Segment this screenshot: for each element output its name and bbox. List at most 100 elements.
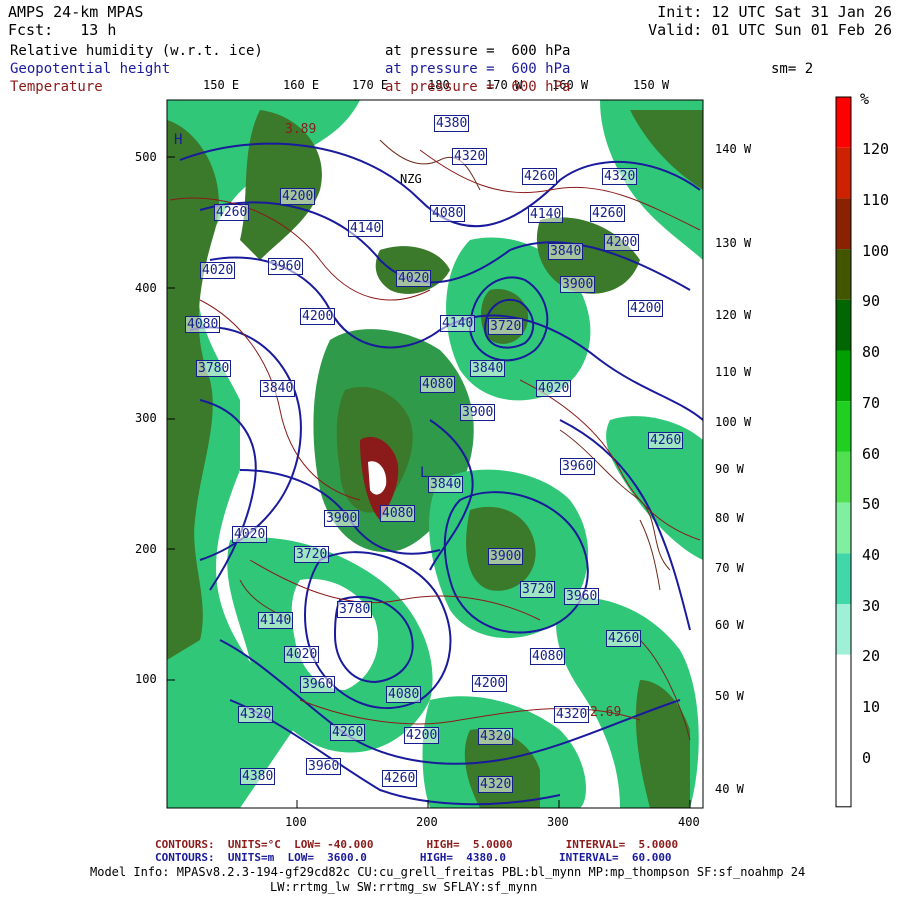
temp-label-0: 3.89 bbox=[285, 122, 317, 137]
contour-label: 3960 bbox=[560, 458, 596, 475]
colorbar-label-100: 100 bbox=[862, 242, 890, 260]
contour-label: 3900 bbox=[560, 276, 596, 293]
contour-label: 4260 bbox=[382, 770, 418, 787]
colorbar-label-90: 90 bbox=[862, 292, 881, 310]
lon-right-9: 50 W bbox=[715, 689, 744, 703]
contour-label: 4020 bbox=[232, 526, 268, 543]
lon-right-2: 120 W bbox=[715, 308, 752, 322]
contour-label: 3720 bbox=[294, 546, 330, 563]
footer-model-info: Model Info: MPASv8.2.3-194-gf29cd82c CU:… bbox=[90, 865, 806, 879]
contour-label: 4080 bbox=[530, 648, 566, 665]
contour-label: 3780 bbox=[196, 360, 232, 377]
contour-label: 4140 bbox=[528, 206, 564, 223]
lon-right-1: 130 W bbox=[715, 236, 752, 250]
contour-label: 4080 bbox=[380, 505, 416, 522]
colorbar-swatch bbox=[836, 705, 851, 757]
lon-top-0: 150 E bbox=[203, 78, 240, 92]
colorbar-swatch bbox=[836, 756, 851, 807]
contour-label: 4320 bbox=[602, 168, 638, 185]
contour-label: 4320 bbox=[554, 706, 590, 723]
contour-label: 4080 bbox=[185, 316, 221, 333]
contour-label: 3840 bbox=[260, 380, 296, 397]
contour-label: 4260 bbox=[330, 724, 366, 741]
colorbar bbox=[835, 96, 852, 808]
contour-label: 4080 bbox=[430, 205, 466, 222]
contour-label: 4080 bbox=[386, 686, 422, 703]
lon-top-2: 170 E bbox=[352, 78, 389, 92]
contour-label: 4320 bbox=[478, 728, 514, 745]
colorbar-swatch bbox=[836, 97, 851, 148]
lon-right-10: 40 W bbox=[715, 782, 744, 796]
colorbar-swatch bbox=[836, 401, 851, 452]
footer-temp-contours: CONTOURS: UNITS=°C LOW= -40.000 HIGH= 5.… bbox=[155, 838, 679, 851]
colorbar-swatch bbox=[836, 350, 851, 402]
lon-top-6: 150 W bbox=[633, 78, 670, 92]
colorbar-unit: % bbox=[860, 90, 870, 108]
high-marker: H bbox=[174, 132, 183, 148]
contour-label: 4200 bbox=[300, 308, 336, 325]
lon-right-3: 110 W bbox=[715, 365, 752, 379]
contour-label: 4260 bbox=[590, 205, 626, 222]
colorbar-label-60: 60 bbox=[862, 445, 881, 463]
colorbar-swatch bbox=[836, 604, 851, 655]
y-tick-400: 400 bbox=[135, 281, 157, 295]
contour-label: 4320 bbox=[478, 776, 514, 793]
colorbar-swatch bbox=[836, 299, 851, 351]
lon-right-0: 140 W bbox=[715, 142, 752, 156]
y-tick-300: 300 bbox=[135, 411, 157, 425]
contour-label: 4320 bbox=[452, 148, 488, 165]
contour-label: 4080 bbox=[420, 376, 456, 393]
colorbar-swatch bbox=[836, 198, 851, 250]
footer-height-contours: CONTOURS: UNITS=m LOW= 3600.0 HIGH= 4380… bbox=[155, 851, 672, 864]
contour-label: 4260 bbox=[214, 204, 250, 221]
colorbar-label-30: 30 bbox=[862, 597, 881, 615]
colorbar-label-50: 50 bbox=[862, 495, 881, 513]
x-tick-400: 400 bbox=[678, 815, 700, 829]
contour-label: 4020 bbox=[536, 380, 572, 397]
contour-label: 3960 bbox=[564, 588, 600, 605]
lon-right-5: 90 W bbox=[715, 462, 744, 476]
contour-label: 4200 bbox=[280, 188, 316, 205]
colorbar-label-10: 10 bbox=[862, 698, 881, 716]
contour-label: 3900 bbox=[488, 548, 524, 565]
colorbar-label-120: 120 bbox=[862, 140, 890, 158]
x-tick-200: 200 bbox=[416, 815, 438, 829]
colorbar-swatch bbox=[836, 249, 851, 300]
lon-right-7: 70 W bbox=[715, 561, 744, 575]
contour-label: 4260 bbox=[522, 168, 558, 185]
contour-label: 4380 bbox=[434, 115, 470, 132]
colorbar-label-20: 20 bbox=[862, 647, 881, 665]
contour-label: 3840 bbox=[428, 476, 464, 493]
temp-label-1: 2.69 bbox=[590, 705, 622, 720]
colorbar-swatch bbox=[836, 654, 851, 706]
contour-label: 3720 bbox=[520, 581, 556, 598]
x-tick-100: 100 bbox=[285, 815, 307, 829]
colorbar-swatch bbox=[836, 147, 851, 199]
contour-label: 4020 bbox=[284, 646, 320, 663]
contour-label: 3900 bbox=[324, 510, 360, 527]
low-marker: L bbox=[420, 465, 429, 481]
field-temp-level: at pressure = 600 hPa bbox=[385, 79, 571, 95]
colorbar-label-80: 80 bbox=[862, 343, 881, 361]
contour-label: 4260 bbox=[648, 432, 684, 449]
colorbar-swatch bbox=[836, 451, 851, 503]
colorbar-label-110: 110 bbox=[862, 191, 890, 209]
contour-label: 3840 bbox=[470, 360, 506, 377]
contour-label: 4200 bbox=[472, 675, 508, 692]
contour-label: 4140 bbox=[348, 220, 384, 237]
contour-label: 3900 bbox=[460, 404, 496, 421]
colorbar-label-70: 70 bbox=[862, 394, 881, 412]
contour-label: 3960 bbox=[268, 258, 304, 275]
contour-label: 4140 bbox=[440, 315, 476, 332]
y-tick-100: 100 bbox=[135, 672, 157, 686]
contour-label: 4200 bbox=[628, 300, 664, 317]
contour-label: 3780 bbox=[337, 601, 373, 618]
lon-top-1: 160 E bbox=[283, 78, 320, 92]
contour-label: 4020 bbox=[200, 262, 236, 279]
contour-label: 4200 bbox=[604, 234, 640, 251]
contour-label: 3720 bbox=[488, 318, 524, 335]
colorbar-swatch bbox=[836, 553, 851, 604]
contour-label: 3960 bbox=[300, 676, 336, 693]
lon-right-8: 60 W bbox=[715, 618, 744, 632]
contour-label: 4200 bbox=[404, 727, 440, 744]
